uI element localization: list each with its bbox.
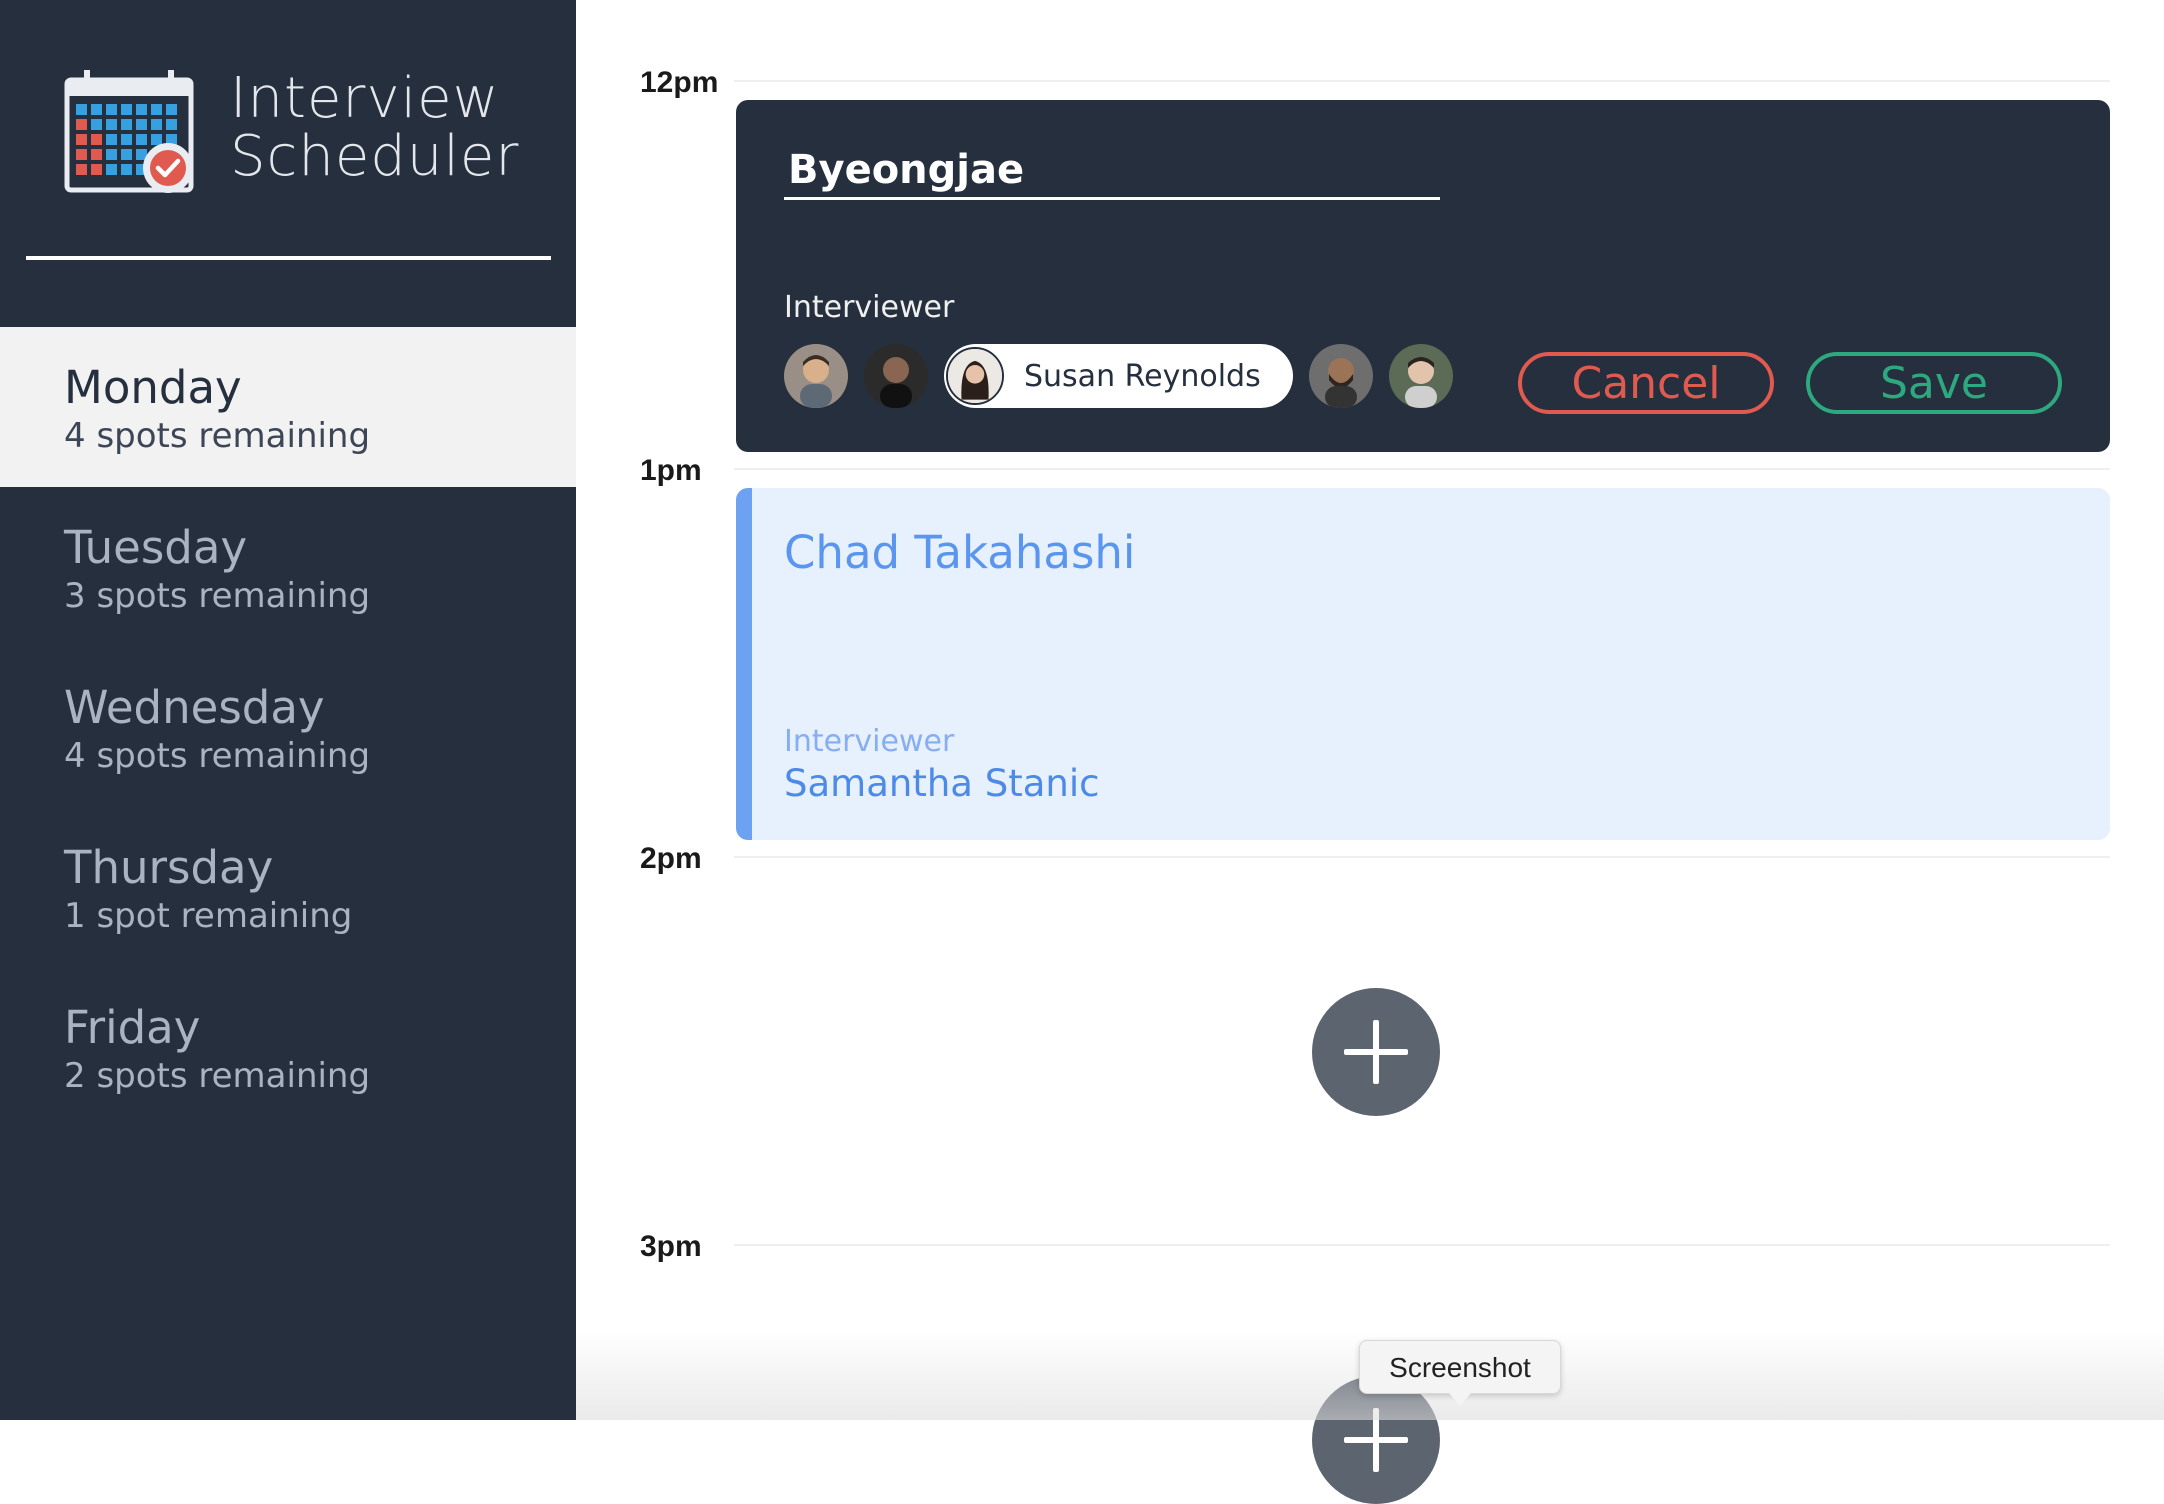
day-spots: 4 spots remaining: [64, 416, 371, 456]
interviewer-avatar[interactable]: [1308, 344, 1373, 408]
sidebar: Interview Scheduler Monday 4 spots remai…: [0, 0, 576, 1420]
day-item-tuesday[interactable]: Tuesday 3 spots remaining: [0, 487, 576, 647]
interviewer-label: Interviewer: [784, 290, 955, 325]
day-spots: 3 spots remaining: [64, 576, 371, 616]
add-appointment-button[interactable]: [1312, 988, 1440, 1116]
student-name-input[interactable]: [784, 142, 1440, 200]
hour-label-12pm: 12pm: [640, 66, 719, 99]
interviewer-list: Susan Reynolds: [784, 343, 1469, 409]
day-name: Monday: [64, 361, 242, 414]
day-name: Tuesday: [64, 521, 248, 574]
day-spots: 1 spot remaining: [64, 896, 353, 936]
app-title-line2: Scheduler: [230, 124, 520, 189]
appointment-form: Interviewer Susan Reynolds Cancel Save: [736, 100, 2110, 452]
appointment-interviewer-label: Interviewer: [784, 724, 955, 759]
appointment-card[interactable]: Chad Takahashi Interviewer Samantha Stan…: [736, 488, 2110, 840]
app-title: Interview Scheduler: [230, 70, 519, 186]
day-item-monday[interactable]: Monday 4 spots remaining: [0, 327, 576, 487]
interviewer-avatar[interactable]: [784, 344, 848, 408]
plus-icon: [1344, 1020, 1408, 1084]
day-item-friday[interactable]: Friday 2 spots remaining: [0, 967, 576, 1127]
day-spots: 4 spots remaining: [64, 736, 371, 776]
hour-divider: [734, 1244, 2110, 1246]
cancel-button[interactable]: Cancel: [1518, 352, 1774, 414]
day-spots: 2 spots remaining: [64, 1056, 371, 1096]
day-name: Wednesday: [64, 681, 325, 734]
plus-icon: [1344, 1408, 1408, 1472]
day-item-thursday[interactable]: Thursday 1 spot remaining: [0, 807, 576, 967]
day-name: Friday: [64, 1001, 201, 1054]
day-item-wednesday[interactable]: Wednesday 4 spots remaining: [0, 647, 576, 807]
hour-divider: [734, 856, 2110, 858]
hour-label-1pm: 1pm: [640, 454, 702, 487]
hour-divider: [734, 80, 2110, 82]
interviewer-avatar[interactable]: [864, 344, 928, 408]
app-title-line1: Interview: [230, 66, 500, 131]
screenshot-tooltip: Screenshot: [1359, 1340, 1561, 1394]
tooltip-tail: [1448, 1392, 1472, 1406]
hour-label-3pm: 3pm: [640, 1230, 702, 1263]
appointment-interviewer: Samantha Stanic: [784, 762, 1100, 805]
interviewer-avatar[interactable]: [1388, 344, 1453, 408]
day-list: Monday 4 spots remaining Tuesday 3 spots…: [0, 327, 576, 1127]
selected-interviewer-pill[interactable]: Susan Reynolds: [944, 344, 1293, 408]
day-name: Thursday: [64, 841, 274, 894]
save-button[interactable]: Save: [1806, 352, 2062, 414]
hour-label-2pm: 2pm: [640, 842, 702, 875]
interviewer-avatar: [946, 347, 1004, 405]
sidebar-divider: [26, 256, 551, 260]
calendar-check-icon: [64, 68, 200, 196]
appointment-student: Chad Takahashi: [784, 526, 1136, 579]
selected-interviewer-name: Susan Reynolds: [1024, 358, 1261, 394]
add-appointment-button[interactable]: [1312, 1376, 1440, 1504]
appointment-accent-bar: [736, 488, 752, 840]
hour-divider: [734, 468, 2110, 470]
